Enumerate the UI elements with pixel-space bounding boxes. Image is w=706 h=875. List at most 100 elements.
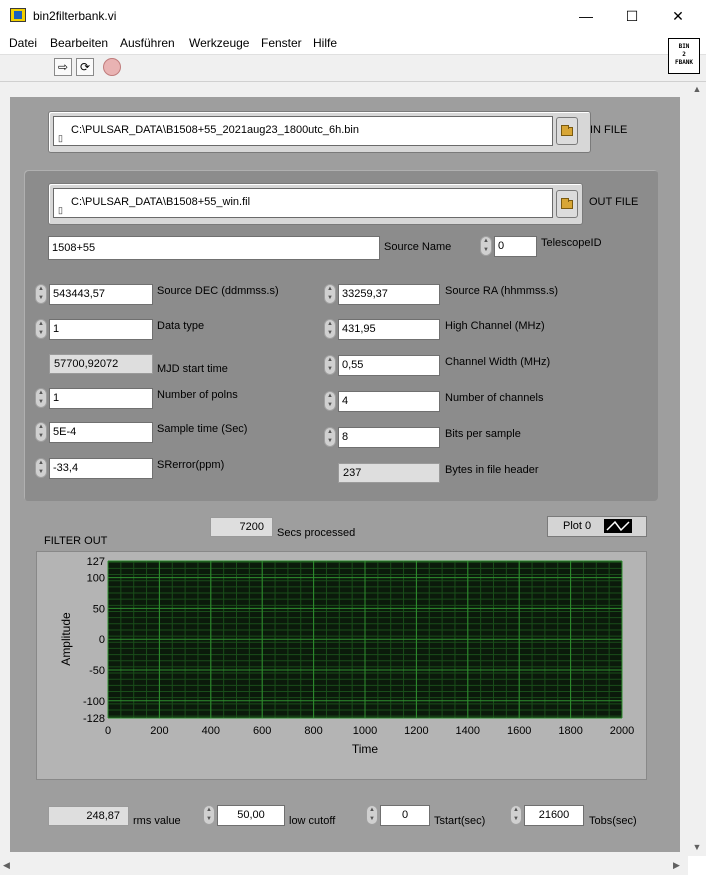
- maximize-button[interactable]: ☐: [609, 0, 655, 32]
- x-tick-label: 1200: [404, 725, 428, 737]
- num-channels-field[interactable]: 4: [338, 391, 440, 412]
- out-file-path-field[interactable]: ▯ C:\PULSAR_DATA\B1508+55_win.fil: [53, 188, 553, 218]
- rms-value-indicator: 248,87: [48, 806, 129, 826]
- source-dec-label: Source DEC (ddmmss.s): [157, 285, 279, 297]
- menu-fenster[interactable]: Fenster: [261, 36, 302, 50]
- folder-icon: [561, 125, 573, 136]
- tobs-label: Tobs(sec): [589, 815, 637, 827]
- high-channel-spinner[interactable]: ▲ ▼: [324, 319, 336, 339]
- out-file-path-text: C:\PULSAR_DATA\B1508+55_win.fil: [71, 196, 251, 208]
- high-channel-label: High Channel (MHz): [445, 320, 545, 332]
- num-polns-label: Number of polns: [157, 389, 238, 401]
- num-channels-spinner[interactable]: ▲ ▼: [324, 391, 336, 411]
- graph-title: FILTER OUT: [44, 535, 108, 547]
- x-tick-label: 2000: [610, 725, 634, 737]
- source-ra-field[interactable]: 33259,37: [338, 284, 440, 305]
- secs-processed-indicator: 7200: [210, 517, 273, 537]
- num-polns-spinner[interactable]: ▲ ▼: [35, 388, 47, 408]
- run-arrow-icon[interactable]: ⇨: [54, 58, 72, 76]
- source-name-label: Source Name: [384, 241, 452, 253]
- menu-datei[interactable]: Datei: [9, 36, 37, 50]
- menu-werkzeuge[interactable]: Werkzeuge: [189, 36, 249, 50]
- in-file-browse-button[interactable]: [556, 117, 578, 145]
- channel-width-label: Channel Width (MHz): [445, 356, 551, 368]
- tstart-spinner[interactable]: ▲ ▼: [366, 805, 378, 825]
- path-icon: ▯: [58, 205, 63, 215]
- path-icon: ▯: [58, 133, 63, 143]
- source-name-field[interactable]: 1508+55: [48, 236, 380, 260]
- telescope-id-spinner[interactable]: ▲ ▼: [480, 236, 492, 256]
- bits-per-sample-field[interactable]: 8: [338, 427, 440, 448]
- minimize-button[interactable]: —: [563, 0, 609, 32]
- folder-icon: [561, 198, 573, 209]
- scroll-left-icon[interactable]: ◀: [3, 860, 10, 871]
- y-tick-label: -100: [83, 696, 105, 708]
- low-cutoff-label: low cutoff: [289, 815, 336, 827]
- secs-processed-label: Secs processed: [277, 527, 356, 539]
- data-type-label: Data type: [157, 320, 205, 332]
- vi-icon: BIN 2 FBANK: [668, 38, 700, 74]
- vertical-scrollbar[interactable]: ▲ ▼: [688, 82, 706, 856]
- out-file-browse-button[interactable]: [556, 190, 578, 218]
- close-button[interactable]: ✕: [655, 0, 701, 32]
- srerror-field[interactable]: -33,4: [49, 458, 153, 479]
- x-tick-label: 600: [253, 725, 271, 737]
- low-cutoff-field[interactable]: 50,00: [217, 805, 285, 826]
- rms-value-label: rms value: [133, 815, 181, 827]
- tobs-spinner[interactable]: ▲ ▼: [510, 805, 522, 825]
- x-tick-label: 1000: [353, 725, 377, 737]
- y-tick-label: 50: [93, 603, 105, 615]
- sample-time-field[interactable]: 5E-4: [49, 422, 153, 443]
- menu-hilfe[interactable]: Hilfe: [313, 36, 337, 50]
- scroll-up-icon[interactable]: ▲: [688, 84, 706, 94]
- sample-time-spinner[interactable]: ▲ ▼: [35, 422, 47, 442]
- abort-execution-icon[interactable]: [103, 58, 121, 76]
- in-file-path-text: C:\PULSAR_DATA\B1508+55_2021aug23_1800ut…: [71, 124, 359, 136]
- bytes-header-indicator: 237: [338, 463, 440, 483]
- telescope-id-label: TelescopeID: [541, 237, 602, 249]
- num-polns-field[interactable]: 1: [49, 388, 153, 409]
- sample-time-label: Sample time (Sec): [157, 423, 248, 435]
- source-dec-spinner[interactable]: ▲ ▼: [35, 284, 47, 304]
- legend-plot-name: Plot 0: [563, 520, 592, 532]
- plot-legend[interactable]: Plot 0: [547, 516, 647, 537]
- in-file-path-field[interactable]: ▯ C:\PULSAR_DATA\B1508+55_2021aug23_1800…: [53, 116, 553, 146]
- y-tick-label: -128: [83, 713, 105, 725]
- tstart-field[interactable]: 0: [380, 805, 430, 826]
- in-file-label: IN FILE: [590, 124, 628, 136]
- source-dec-field[interactable]: 543443,57: [49, 284, 153, 305]
- legend-line-icon: [604, 519, 632, 533]
- x-tick-label: 800: [304, 725, 322, 737]
- menu-ausfuehren[interactable]: Ausführen: [120, 36, 175, 50]
- data-type-spinner[interactable]: ▲ ▼: [35, 319, 47, 339]
- y-tick-label: 100: [87, 573, 105, 585]
- bits-per-sample-spinner[interactable]: ▲ ▼: [324, 427, 336, 447]
- x-tick-label: 400: [202, 725, 220, 737]
- channel-width-spinner[interactable]: ▲ ▼: [324, 355, 336, 375]
- srerror-spinner[interactable]: ▲ ▼: [35, 458, 47, 478]
- x-tick-label: 1600: [507, 725, 531, 737]
- data-type-field[interactable]: 1: [49, 319, 153, 340]
- source-ra-label: Source RA (hhmmss.s): [445, 285, 559, 297]
- tstart-label: Tstart(sec): [434, 815, 486, 827]
- source-ra-spinner[interactable]: ▲ ▼: [324, 284, 336, 304]
- mjd-start-label: MJD start time: [157, 363, 228, 375]
- menu-bearbeiten[interactable]: Bearbeiten: [50, 36, 108, 50]
- tobs-field[interactable]: 21600: [524, 805, 584, 826]
- x-tick-label: 0: [105, 725, 111, 737]
- scroll-right-icon[interactable]: ▶: [673, 860, 680, 871]
- low-cutoff-spinner[interactable]: ▲ ▼: [203, 805, 215, 825]
- run-continuously-icon[interactable]: ⟳: [76, 58, 94, 76]
- y-tick-label: 0: [99, 634, 105, 646]
- x-tick-label: 1400: [456, 725, 480, 737]
- telescope-id-field[interactable]: 0: [494, 236, 537, 257]
- horizontal-scrollbar[interactable]: ◀ ▶: [0, 856, 688, 875]
- high-channel-field[interactable]: 431,95: [338, 319, 440, 340]
- bytes-header-label: Bytes in file header: [445, 464, 539, 476]
- labview-app-icon: [10, 8, 26, 22]
- channel-width-field[interactable]: 0,55: [338, 355, 440, 376]
- x-tick-label: 200: [150, 725, 168, 737]
- scroll-down-icon[interactable]: ▼: [688, 842, 706, 852]
- x-axis-label: Time: [352, 742, 379, 756]
- y-axis-label: Amplitude: [59, 612, 73, 666]
